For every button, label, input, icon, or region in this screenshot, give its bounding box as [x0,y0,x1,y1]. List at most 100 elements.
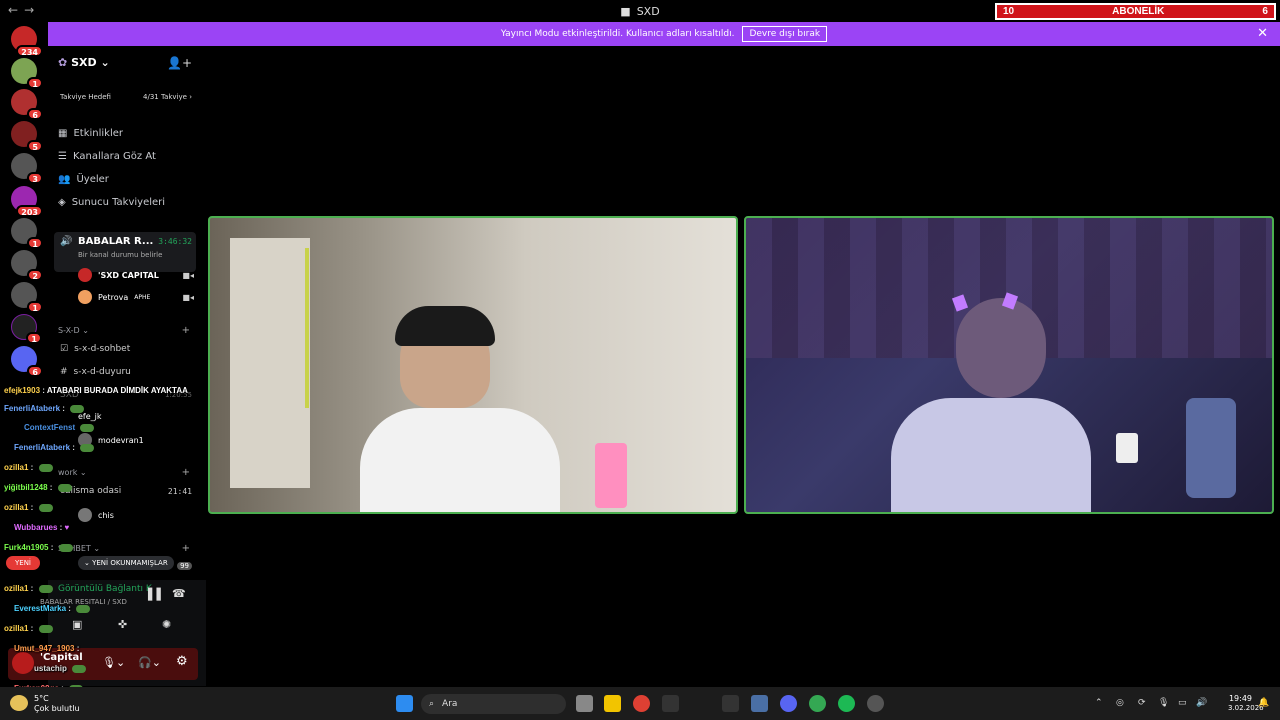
volume-icon[interactable]: 🔊 [1196,698,1207,708]
face [956,298,1046,398]
active-voice-channel[interactable]: 🔊 BABALAR R... 3:46:32 Bir kanal durumu … [54,232,196,272]
banner-text: Yayıncı Modu etkinleştirildi. Kullanıcı … [500,29,735,39]
wardrobe [230,238,310,488]
text-channel[interactable]: ☑ s-x-d-sohbet [60,344,130,354]
chrome-icon[interactable] [809,695,826,712]
bottle [1186,398,1236,498]
boost-label: Takviye Hedefi [60,93,111,101]
unread-badge: 1 [27,237,43,249]
chrome-icon[interactable] [633,695,650,712]
chat-user: efejk1903 [4,386,41,395]
emote-icon: ♥ [64,523,70,532]
tray-icon[interactable]: ◎ [1116,698,1124,708]
server-icon: ✿ [58,56,68,69]
close-icon[interactable]: ✕ [1257,26,1268,41]
cup [1116,433,1138,463]
stream-chat-overlay: efejk1903 : ATABARI BURADA DİMDİK AYAKTA… [0,380,230,695]
search-input[interactable]: ⌕ Ara [421,694,566,714]
chat-message: ozilla1 : [4,463,53,472]
guild-icon[interactable]: 203 [11,186,43,217]
chat-message: ozilla1 : [4,624,53,633]
unread-badge: 1 [27,301,43,313]
microphone-icon[interactable]: 🎙 [1158,698,1169,708]
chat-user: Wubbarues [14,523,58,532]
app-icon[interactable] [867,695,884,712]
chevron-up-icon[interactable]: ⌃ [1095,698,1103,708]
chat-user: FenerliAtaberk [4,404,61,413]
voice-user[interactable]: 'SXD CAPITAL ■◂ [78,268,194,282]
channel-icon: ☑ [60,344,69,354]
chat-user: FenerliAtaberk [14,443,71,452]
menu-server-boosts[interactable]: ◈ Sunucu Takviyeleri [58,197,165,208]
notification-icon[interactable]: 🔔 [1258,698,1269,708]
disable-streamer-mode-button[interactable]: Devre dışı bırak [742,26,828,42]
list-icon: ☰ [58,151,67,162]
app-icon[interactable] [751,695,768,712]
menu-browse-channels[interactable]: ☰ Kanallara Göz At [58,151,156,162]
chat-text: ATABARI BURADA DİMDİK AYAKTAA [46,386,188,395]
guild-icon[interactable]: 1 [11,218,43,249]
app-icon[interactable] [662,695,679,712]
unread-badge: 1 [27,77,43,89]
unread-badge: 6 [27,108,43,120]
network-icon[interactable]: ▭ [1178,698,1187,708]
guild-icon[interactable]: 6 [11,89,43,120]
invite-icon[interactable]: 👤+ [167,56,192,70]
menu-members[interactable]: 👥 Üyeler [58,174,109,185]
chat-user: ozilla1 [4,624,29,633]
guild-icon[interactable]: 2 [11,250,43,281]
menu-events[interactable]: ▦ Etkinlikler [58,128,123,139]
guild-icon[interactable]: 234 [11,26,43,57]
new-messages-badge[interactable]: YENİ [6,556,40,570]
camera-icon: ■◂ [182,292,194,302]
chat-message: Wubbarues : ♥ [14,523,70,532]
guild-icon[interactable]: 3 [11,153,43,184]
chat-user: Umut_947_1903 [14,644,75,653]
voice-user[interactable]: Petrova APHE ■◂ [78,290,194,304]
video-tile-1[interactable] [208,216,738,514]
file-explorer-icon[interactable] [604,695,621,712]
shirt [360,408,560,512]
chat-message: ozilla1 : [4,584,53,593]
task-view-icon[interactable] [576,695,593,712]
chat-message: FenerliAtaberk : [4,404,85,413]
speaker-icon: 🔊 [60,236,73,247]
app-icon[interactable] [722,695,739,712]
sub-count-left: 10 [1003,6,1015,17]
guild-icon[interactable]: 1 [11,314,42,344]
hoodie [891,398,1091,512]
chat-user: EverestMarka [14,604,67,613]
voice-channel-name: BABALAR R... [78,236,154,247]
spotify-icon[interactable] [838,695,855,712]
chat-message: yiğitbil1248 : [4,483,72,492]
discord-icon[interactable]: 6 [11,346,43,377]
boost-goal[interactable]: Takviye Hedefi 4/31 Takviye › [56,88,196,106]
weather-widget[interactable]: 5°C Çok bulutlu [34,694,80,714]
video-tile-2[interactable] [744,216,1274,514]
unread-badge: 1 [26,332,42,344]
nav-arrows[interactable]: ←→ [8,3,40,17]
voice-status[interactable]: Bir kanal durumu belirle [78,251,162,259]
unread-badge: 2 [27,269,43,281]
guild-icon[interactable]: 1 [11,282,43,313]
category-header[interactable]: S-X-D ⌄ [58,326,89,335]
tray-icon[interactable]: ⟳ [1138,698,1146,708]
add-channel-icon[interactable]: + [182,325,190,336]
chat-user: ContextFenst [24,423,76,432]
unread-messages-pill[interactable]: ⌄ YENİ OKUNMAMIŞLAR [78,556,174,570]
lamp [595,443,627,508]
system-clock[interactable]: 19:49 3.02.2026 [1228,694,1264,712]
sub-label: ABONELİK [1112,6,1165,17]
server-header[interactable]: ✿ SXD ⌄ [58,56,110,69]
emote-icon [38,503,53,512]
emote-icon [80,443,95,452]
chat-message: ustachip [34,664,87,673]
discord-icon[interactable] [780,695,797,712]
chat-user: ozilla1 [4,503,29,512]
text-channel[interactable]: # s-x-d-duyuru [60,367,131,377]
hash-icon: # [60,367,68,377]
guild-icon[interactable]: 1 [11,58,43,89]
start-icon[interactable] [396,695,413,712]
emote-icon [57,483,72,492]
guild-icon[interactable]: 5 [11,121,43,152]
